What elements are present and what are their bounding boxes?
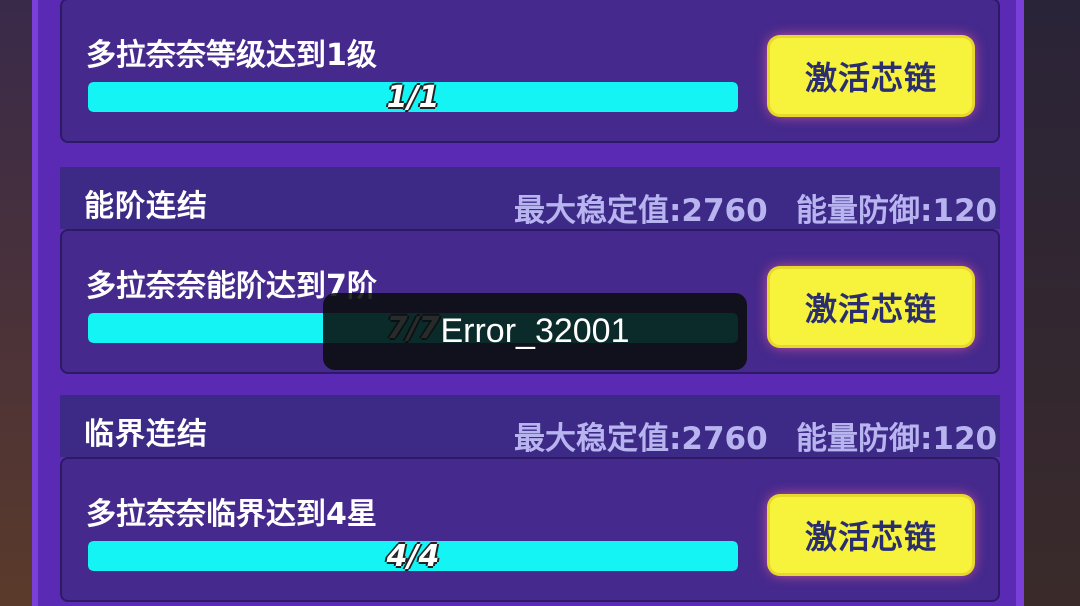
activate-chain-button[interactable]: 激活芯链 [770,269,972,345]
chain-card: 多拉奈奈临界达到4星 4/4 激活芯链 [60,457,1000,602]
activate-chain-button[interactable]: 激活芯链 [770,38,972,114]
error-toast: Error_32001 [323,293,747,370]
progress-text: 4/4 [386,541,440,571]
energy-defense-stat: 能量防御:120 [796,193,998,229]
section-title: 能阶连结 [84,189,208,224]
section-header: 能阶连结 最大稳定值:2760 能量防御:120 [60,167,1000,229]
max-stability-stat: 最大稳定值:2760 [514,193,768,229]
condition-label: 多拉奈奈临界达到4星 [86,497,377,532]
section-header: 临界连结 最大稳定值:2760 能量防御:120 [60,395,1000,457]
section-title: 临界连结 [84,417,208,452]
activate-chain-button[interactable]: 激活芯链 [770,497,972,573]
energy-defense-stat: 能量防御:120 [796,421,998,457]
max-stability-stat: 最大稳定值:2760 [514,421,768,457]
condition-label: 多拉奈奈等级达到1级 [86,38,377,73]
background-right [1016,0,1080,606]
progress-bar: 1/1 [88,82,738,112]
progress-text: 1/1 [386,82,440,112]
background-left [0,0,38,606]
progress-bar: 4/4 [88,541,738,571]
chain-card: 多拉奈奈等级达到1级 1/1 激活芯链 [60,0,1000,143]
